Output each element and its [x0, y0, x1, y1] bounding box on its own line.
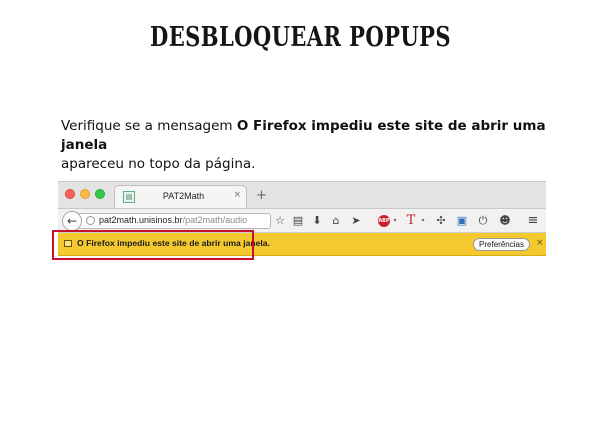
notification-close-icon[interactable]: ×	[536, 238, 544, 248]
home-icon[interactable]: ⌂	[329, 213, 343, 229]
star-icon[interactable]: ☆	[273, 213, 287, 229]
zoom-window-button[interactable]	[95, 189, 105, 199]
globe-icon	[86, 216, 95, 225]
adblock-plus-icon[interactable]: ABP	[378, 215, 390, 227]
smiley-icon[interactable]: ☻	[498, 213, 512, 229]
url-bar[interactable]: ← pat2math.unisinos.br/pat2math/audio	[62, 211, 271, 231]
close-window-button[interactable]	[65, 189, 75, 199]
chevron-down-icon[interactable]: ▾	[391, 213, 399, 229]
favicon-icon: ▤	[123, 191, 135, 203]
chat-icon[interactable]: ▣	[455, 213, 469, 229]
url-host: pat2math.unisinos.br	[99, 215, 183, 225]
clipboard-icon[interactable]: ▤	[291, 213, 305, 229]
send-icon[interactable]: ➤	[349, 213, 363, 229]
chevron-down-icon[interactable]: ▾	[419, 213, 427, 229]
new-tab-button[interactable]: +	[256, 188, 267, 203]
power-icon[interactable]: ⏻	[476, 213, 490, 229]
menu-icon[interactable]: ≡	[526, 213, 540, 229]
tab-close-icon[interactable]: ×	[233, 190, 241, 200]
instruction-text-end: apareceu no topo da página.	[61, 156, 256, 172]
url-path: /pat2math/audio	[182, 215, 248, 225]
download-icon[interactable]: ⬇	[310, 213, 324, 229]
back-button[interactable]: ←	[62, 211, 82, 231]
preferences-button[interactable]: Preferências	[473, 238, 530, 251]
slide-title: DESBLOQUEAR POPUPS	[150, 22, 451, 53]
puzzle-icon[interactable]: ✣	[434, 213, 448, 229]
highlight-box	[52, 230, 254, 260]
minimize-window-button[interactable]	[80, 189, 90, 199]
browser-titlebar: ▤ PAT2Math × +	[58, 182, 546, 208]
instruction-text: Verifique se a mensagem O Firefox impedi…	[61, 117, 561, 174]
url-text: pat2math.unisinos.br/pat2math/audio	[99, 215, 247, 225]
tab-title: PAT2Math	[162, 191, 205, 201]
text-t-icon[interactable]: T	[404, 213, 418, 229]
instruction-text-start: Verifique se a mensagem	[61, 118, 237, 134]
browser-tab[interactable]: ▤ PAT2Math ×	[114, 185, 247, 208]
